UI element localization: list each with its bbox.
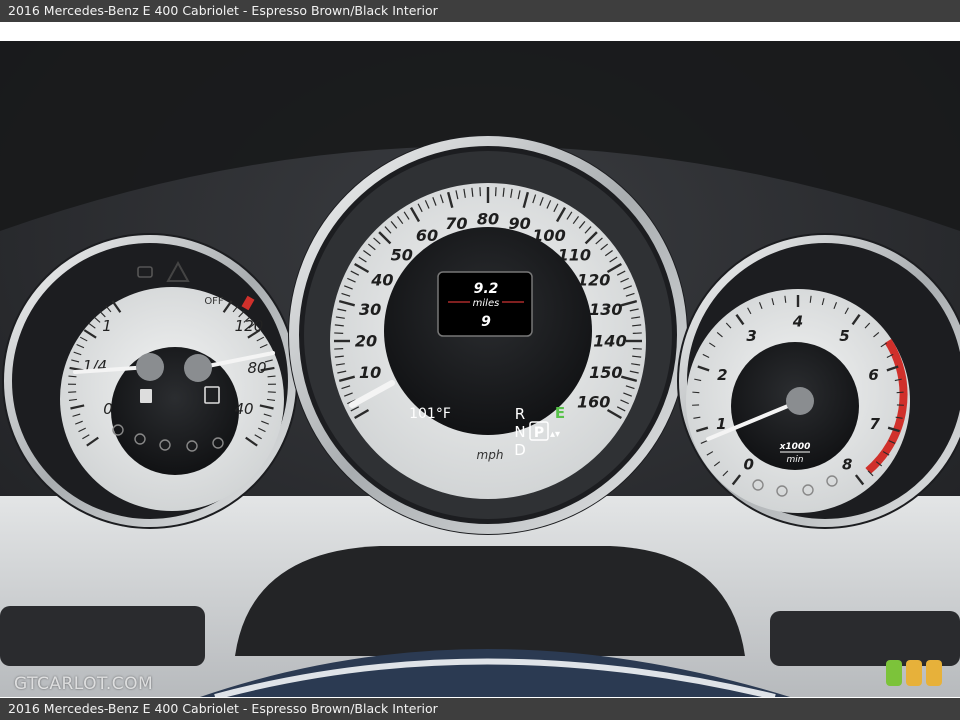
right-lever — [770, 611, 960, 666]
gear-d: D — [514, 441, 526, 459]
temp-label-120: 120 — [235, 317, 264, 335]
gear-n: N — [514, 423, 525, 441]
speed-label-160: 160 — [577, 393, 610, 412]
rating-badge-yellow — [906, 660, 922, 686]
fuel-tick — [68, 375, 77, 378]
speed-label-10: 10 — [359, 363, 381, 382]
temp-label-80: 80 — [247, 359, 266, 377]
tach-tick — [692, 391, 700, 394]
trip-unit: miles — [473, 298, 500, 309]
tach-label-6: 6 — [868, 366, 878, 384]
rating-badge-green — [886, 660, 902, 686]
caption-bottom: 2016 Mercedes-Benz E 400 Cabriolet - Esp… — [0, 698, 960, 720]
gear-p: P — [534, 425, 544, 441]
tach-tick — [896, 391, 904, 394]
tach-unit-bottom: min — [787, 455, 804, 465]
gear-shift-arrows-icon: ▴▾ — [550, 429, 560, 440]
rating-badge-yellow-2 — [926, 660, 942, 686]
speed-label-30: 30 — [359, 300, 381, 319]
speed-label-50: 50 — [391, 245, 413, 264]
instrument-cluster-photo: 1/4 1 0 120 80 40 OFF 10 20 30 40 50 60 … — [0, 41, 960, 697]
tach-unit-top: x1000 — [779, 442, 811, 452]
temp-label-40: 40 — [234, 400, 253, 418]
fuel-pump-icon — [140, 389, 152, 403]
tach-needle-hub — [786, 387, 814, 415]
outside-temperature: 101°F — [409, 406, 451, 422]
speedometer: 10203040506070 80 90100110120130140150160 … — [288, 135, 688, 535]
tach-label-4: 4 — [792, 312, 803, 330]
tachometer: 012345678 x1000 min — [677, 233, 960, 529]
speed-label-20: 20 — [355, 332, 377, 351]
speed-label-150: 150 — [589, 363, 622, 382]
fuel-label-full: 1 — [102, 317, 112, 335]
left-gauge: 1/4 1 0 120 80 40 OFF — [2, 233, 298, 529]
speed-label-40: 40 — [370, 271, 393, 290]
speed-label-140: 140 — [593, 332, 626, 351]
tach-label-5: 5 — [839, 327, 849, 345]
trip-second-value: 9 — [481, 314, 491, 330]
speed-label-80: 80 — [477, 210, 499, 229]
speed-label-130: 130 — [589, 300, 622, 319]
esp-off-label: OFF — [204, 296, 224, 307]
trip-value: 9.2 — [474, 281, 499, 297]
steering-column-shroud — [235, 546, 745, 656]
tach-label-7: 7 — [869, 415, 880, 433]
tach-label-8: 8 — [842, 455, 852, 473]
fuel-label-empty: 0 — [103, 400, 113, 418]
speed-unit: mph — [477, 448, 504, 462]
fuel-needle-hub — [136, 353, 164, 381]
temp-tick — [267, 375, 276, 378]
left-lever — [0, 606, 205, 666]
tach-label-2: 2 — [717, 366, 727, 384]
temp-needle-hub — [184, 354, 212, 382]
watermark: GTCARLOT.COM — [14, 674, 154, 694]
tach-label-0: 0 — [744, 455, 754, 473]
tach-label-3: 3 — [746, 327, 756, 345]
gear-e: E — [555, 404, 565, 422]
gear-r: R — [515, 405, 525, 423]
caption-top: 2016 Mercedes-Benz E 400 Cabriolet - Esp… — [0, 0, 960, 22]
